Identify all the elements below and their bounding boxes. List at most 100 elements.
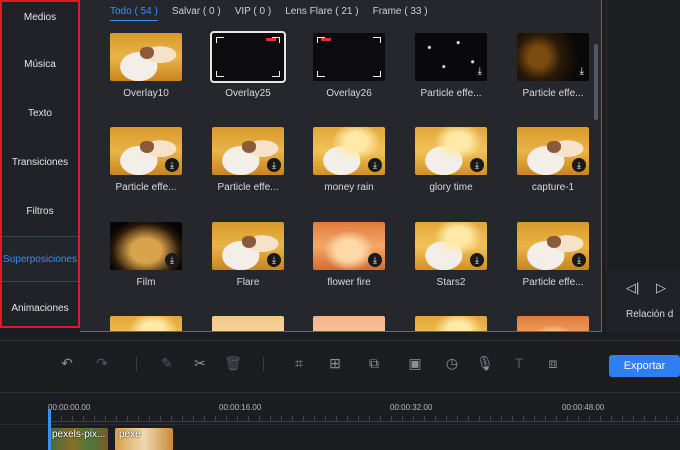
overlay-label: Particle effe... (420, 88, 482, 99)
overlay-label: Film (136, 277, 156, 288)
toolbar-divider (136, 357, 137, 371)
download-icon[interactable]: ⤓ (368, 158, 382, 172)
sidebar-item-label: Texto (28, 107, 52, 119)
export-button[interactable]: Exportar (609, 355, 680, 377)
frame-corners-icon (317, 37, 381, 77)
sidebar-item-label: Medios (23, 11, 57, 23)
overlay-item[interactable]: ⤓ glory time (415, 127, 487, 193)
freeze-frame-icon[interactable]: ▣ (405, 353, 425, 373)
overlay-thumbnail: ⤓ (212, 222, 284, 270)
redo-icon[interactable]: ↷ (92, 353, 112, 373)
crop-icon[interactable]: ⌗ (289, 353, 309, 373)
overlay-label: flower fire (327, 277, 371, 288)
overlay-item[interactable]: ⤓ Particle effe... (517, 222, 589, 288)
tab-frame[interactable]: Frame ( 33 ) (373, 5, 428, 21)
edit-toolbar: ↶ ↷ ✎ ✂ 🗑 ⌗ ⊞ ⧉ ▣ ◷ 🎙 T ⧈ Exportar (0, 340, 680, 390)
sidebar-item-musica[interactable]: Música (2, 41, 78, 87)
overlay-item[interactable]: Overlay26 (313, 33, 385, 99)
overlay-item[interactable]: ⤓ Particle effe... (110, 127, 182, 193)
overlay-item[interactable]: ⤓ Stars2 (415, 222, 487, 288)
overlay-item[interactable] (415, 316, 487, 331)
overlay-item[interactable]: ⤓ flower fire (313, 222, 385, 288)
download-icon[interactable]: ⤓ (572, 158, 586, 172)
overlay-thumbnail (212, 316, 284, 331)
overlay-item[interactable]: ⤓ Flare (212, 222, 284, 288)
overlay-thumbnail (210, 31, 286, 83)
text-to-speech-icon[interactable]: T (509, 353, 529, 373)
overlay-item[interactable] (313, 316, 385, 331)
sidebar-item-texto[interactable]: Texto (2, 90, 78, 136)
sidebar-item-label: Filtros (26, 205, 54, 217)
aspect-ratio-label[interactable]: Relación d (626, 309, 673, 320)
overlay-item[interactable]: ⤓ Particle effe... (415, 33, 487, 99)
clip-label: pexe (119, 429, 141, 440)
overlay-item[interactable]: ⤓ Particle effe... (517, 33, 589, 99)
playhead[interactable] (48, 409, 51, 450)
mosaic-icon[interactable]: ⧉ (364, 353, 384, 373)
screen-record-icon[interactable]: ⧈ (543, 353, 563, 373)
library-scrollbar[interactable] (594, 44, 598, 120)
preview-panel: ◁| ▷ Relación d (606, 0, 680, 332)
download-icon[interactable]: ⤓ (165, 253, 179, 267)
category-sidebar: Medios Música Texto Transiciones Filtros… (0, 0, 80, 328)
overlay-thumbnail: ⤓ (517, 222, 589, 270)
time-marker: 00:00:48.00 (562, 403, 605, 412)
overlay-item[interactable] (212, 316, 284, 331)
previous-frame-icon[interactable]: ◁| (626, 280, 639, 296)
download-icon[interactable]: ⤓ (267, 253, 281, 267)
download-icon[interactable]: ⤓ (580, 67, 584, 77)
download-icon[interactable]: ⤓ (165, 158, 179, 172)
play-icon[interactable]: ▷ (656, 280, 666, 296)
tab-todo[interactable]: Todo ( 54 ) (110, 5, 158, 21)
download-icon[interactable]: ⤓ (267, 158, 281, 172)
sidebar-item-superposiciones[interactable]: Superposiciones (2, 236, 78, 282)
timeline-clip[interactable]: pexe (115, 428, 173, 450)
duration-icon[interactable]: ◷ (442, 353, 462, 373)
overlay-thumbnail: ⤓ (415, 222, 487, 270)
undo-icon[interactable]: ↶ (57, 353, 77, 373)
sidebar-item-label: Música (24, 58, 56, 70)
sidebar-item-transiciones[interactable]: Transiciones (2, 139, 78, 185)
sidebar-item-medios[interactable]: Medios (2, 0, 78, 40)
sidebar-item-label: Animaciones (11, 302, 69, 314)
time-marker: 00:00:00.00 (48, 403, 91, 412)
tab-salvar[interactable]: Salvar ( 0 ) (172, 5, 221, 21)
overlay-label: capture-1 (531, 182, 575, 193)
tab-lens-flare[interactable]: Lens Flare ( 21 ) (285, 5, 358, 21)
overlay-thumbnail: ⤓ (313, 222, 385, 270)
overlay-item[interactable] (110, 316, 182, 331)
scissors-icon[interactable]: ✂ (190, 353, 210, 373)
overlay-label: Stars2 (436, 277, 466, 288)
overlay-label: Overlay10 (123, 88, 169, 99)
add-frame-icon[interactable]: ⊞ (325, 353, 345, 373)
overlay-thumbnail: ⤓ (110, 127, 182, 175)
pencil-icon[interactable]: ✎ (157, 353, 177, 373)
overlay-label: Overlay26 (326, 88, 372, 99)
download-icon[interactable]: ⤓ (368, 253, 382, 267)
overlay-item[interactable]: Overlay25 (210, 31, 286, 99)
overlay-thumbnail (110, 33, 182, 81)
overlay-item[interactable]: ⤓ Particle effe... (212, 127, 284, 193)
overlay-thumbnail (313, 33, 385, 81)
download-icon[interactable]: ⤓ (478, 67, 482, 77)
timeline-ruler[interactable] (50, 416, 680, 422)
overlay-label: Particle effe... (115, 182, 177, 193)
download-icon[interactable]: ⤓ (470, 158, 484, 172)
sidebar-item-label: Superposiciones (3, 253, 77, 265)
overlay-item[interactable]: ⤓ Film (110, 222, 182, 288)
sidebar-item-animaciones[interactable]: Animaciones (2, 285, 78, 331)
sidebar-item-filtros[interactable]: Filtros (2, 188, 78, 234)
timeline-panel: 00:00:00.00 00:00:16.00 00:00:32.00 00:0… (0, 392, 680, 450)
overlay-item[interactable]: Overlay10 (110, 33, 182, 99)
overlay-thumbnail: ⤓ (313, 127, 385, 175)
microphone-icon[interactable]: 🎙 (475, 353, 495, 373)
download-icon[interactable]: ⤓ (470, 253, 484, 267)
overlay-item[interactable]: ⤓ money rain (313, 127, 385, 193)
download-icon[interactable]: ⤓ (572, 253, 586, 267)
tab-vip[interactable]: VIP ( 0 ) (235, 5, 272, 21)
overlay-thumbnail: ⤓ (415, 33, 487, 81)
overlay-item[interactable] (517, 316, 589, 331)
timeline-clip[interactable]: pexels-pix... (48, 428, 108, 450)
overlay-item[interactable]: ⤓ capture-1 (517, 127, 589, 193)
trash-icon[interactable]: 🗑 (223, 353, 243, 373)
